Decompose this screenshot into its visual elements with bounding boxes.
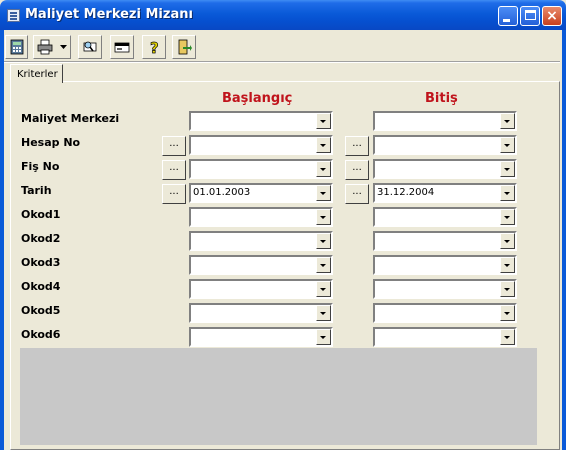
toolbar-separator [4,61,560,63]
calculate-button[interactable] [5,35,28,59]
start-combo[interactable] [189,279,333,299]
maximize-button[interactable] [520,6,540,26]
printer-icon [37,39,53,55]
row-label: Hesap No [21,136,81,149]
card-icon [114,42,130,53]
row-label: Maliyet Merkezi [21,112,120,125]
start-combo[interactable] [189,303,333,323]
dropdown-arrow-icon[interactable] [316,233,331,249]
dropdown-arrow-icon[interactable] [316,329,331,345]
dropdown-arrow-icon[interactable] [316,161,331,177]
app-icon [7,9,20,22]
end-combo[interactable] [373,111,517,131]
dropdown-arrow-icon[interactable] [316,281,331,297]
calculator-icon [10,39,24,55]
preview-icon [83,41,97,52]
exit-icon [178,39,192,55]
dropdown-arrow-icon[interactable] [500,329,515,345]
end-combo[interactable] [373,231,517,251]
end-ellipsis-button[interactable]: ... [345,160,369,180]
title-bar[interactable]: Maliyet Merkezi Mizanı × [0,0,566,30]
row-label: Okod1 [21,208,61,221]
preview-button[interactable] [78,35,102,59]
start-ellipsis-button[interactable]: ... [162,136,186,156]
end-header: Bitiş [425,91,458,106]
end-combo[interactable] [373,279,517,299]
dropdown-arrow-icon[interactable] [500,113,515,129]
end-ellipsis-button[interactable]: ... [345,136,369,156]
dropdown-arrow-icon[interactable] [316,113,331,129]
end-combo[interactable] [373,255,517,275]
row-label: Okod5 [21,304,61,317]
dropdown-arrow-icon[interactable] [500,209,515,225]
dropdown-arrow-icon[interactable] [316,209,331,225]
row-label: Tarih [21,184,52,197]
window-frame-left [0,30,4,450]
end-combo[interactable] [373,327,517,347]
end-ellipsis-button[interactable]: ... [345,184,369,204]
start-ellipsis-button[interactable]: ... [162,184,186,204]
dropdown-arrow-icon[interactable] [500,281,515,297]
window-frame-right [562,30,566,450]
row-label: Okod3 [21,256,61,269]
start-combo[interactable] [189,207,333,227]
start-combo[interactable] [189,327,333,347]
close-icon: × [546,8,558,24]
end-combo[interactable] [373,135,517,155]
end-value: 31.12.2004 [377,187,435,198]
start-combo[interactable] [189,111,333,131]
start-ellipsis-button[interactable]: ... [162,160,186,180]
dropdown-arrow-icon[interactable] [316,257,331,273]
row-label: Fiş No [21,160,60,173]
results-area [20,348,537,445]
print-button[interactable] [33,35,71,59]
exit-button[interactable] [172,35,196,59]
start-combo[interactable]: 01.01.2003 [189,183,333,203]
close-button[interactable]: × [542,6,562,26]
start-combo[interactable] [189,255,333,275]
end-combo[interactable]: 31.12.2004 [373,183,517,203]
end-combo[interactable] [373,207,517,227]
chevron-down-icon [60,45,67,49]
dropdown-arrow-icon[interactable] [500,161,515,177]
dropdown-arrow-icon[interactable] [500,185,515,201]
start-value: 01.01.2003 [193,187,251,198]
row-label: Okod2 [21,232,61,245]
card-button[interactable] [110,35,134,59]
start-combo[interactable] [189,231,333,251]
dropdown-arrow-icon[interactable] [500,305,515,321]
minimize-button[interactable] [498,6,518,26]
tab-kriterler[interactable]: Kriterler [10,64,63,83]
dropdown-arrow-icon[interactable] [500,137,515,153]
row-label: Okod6 [21,328,61,341]
dropdown-arrow-icon[interactable] [316,305,331,321]
window-title: Maliyet Merkezi Mizanı [25,7,193,22]
start-header: Başlangıç [222,91,293,106]
dropdown-arrow-icon[interactable] [500,257,515,273]
start-combo[interactable] [189,135,333,155]
help-icon: ? [150,39,159,55]
dropdown-arrow-icon[interactable] [316,185,331,201]
start-combo[interactable] [189,159,333,179]
dropdown-arrow-icon[interactable] [500,233,515,249]
row-label: Okod4 [21,280,61,293]
svg-text:?: ? [150,39,159,55]
end-combo[interactable] [373,159,517,179]
help-button[interactable]: ? [142,35,166,59]
dropdown-arrow-icon[interactable] [316,137,331,153]
end-combo[interactable] [373,303,517,323]
